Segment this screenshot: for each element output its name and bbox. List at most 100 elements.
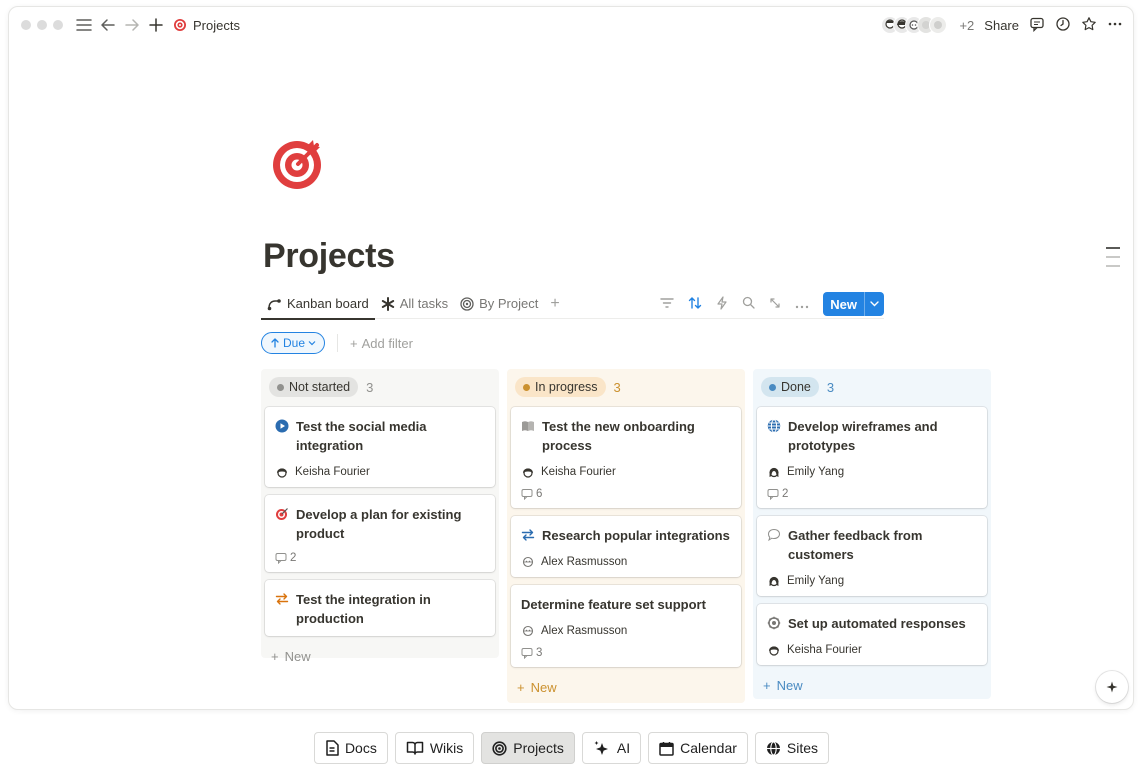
globe-icon: [766, 740, 780, 756]
add-card-label: New: [284, 648, 311, 664]
tab-by-project[interactable]: By Project: [454, 289, 544, 319]
dock-projects-button[interactable]: Projects: [481, 732, 575, 764]
new-page-plus-icon[interactable]: [145, 14, 167, 36]
avatar: [521, 624, 535, 638]
table-of-contents-indicator[interactable]: [1106, 247, 1120, 274]
sort-chip-label: Due: [283, 336, 306, 350]
tab-all-tasks[interactable]: All tasks: [375, 289, 454, 319]
column-header[interactable]: Not started 3: [265, 375, 495, 399]
status-label: In progress: [535, 380, 598, 394]
status-badge: Not started: [269, 377, 359, 397]
dock-sites-button[interactable]: Sites: [754, 732, 830, 764]
dock-label: Docs: [344, 740, 377, 756]
back-arrow-icon[interactable]: [97, 14, 119, 36]
board-card[interactable]: Test the integration in production: [265, 580, 495, 636]
column-count: 3: [826, 379, 835, 395]
minimize-window-button[interactable]: [37, 20, 47, 30]
breadcrumb-label: Projects: [193, 17, 240, 33]
chevron-down-icon[interactable]: [864, 292, 884, 316]
page-icon-target[interactable]: [271, 135, 327, 191]
page-title[interactable]: Projects: [263, 237, 395, 276]
plus-icon: +: [517, 679, 525, 695]
board-card[interactable]: Develop a plan for existing product 2: [265, 495, 495, 572]
favorite-star-icon[interactable]: [1081, 16, 1097, 35]
card-title-text: Develop a plan for existing product: [296, 507, 462, 541]
avatar: [521, 555, 535, 569]
new-item-button[interactable]: New: [823, 292, 884, 316]
add-card-button[interactable]: + New: [265, 642, 495, 670]
avatar: [521, 465, 535, 479]
card-title-text: Develop wireframes and prototypes: [788, 419, 938, 453]
dock-calendar-button[interactable]: Calendar: [648, 732, 748, 764]
board-card[interactable]: Test the social media integration Keisha…: [265, 407, 495, 487]
tab-kanban-board[interactable]: Kanban board: [261, 289, 375, 320]
board-column-in-progress: In progress 3 Test the new onboarding pr…: [507, 369, 745, 703]
forward-arrow-icon[interactable]: [121, 14, 143, 36]
top-right-tools: +2 Share: [881, 7, 1123, 43]
search-icon[interactable]: [742, 296, 755, 312]
card-title: Develop a plan for existing product: [275, 505, 485, 543]
history-clock-icon[interactable]: [1055, 16, 1071, 35]
collaborator-avatars[interactable]: [881, 16, 948, 34]
board-card[interactable]: Determine feature set support Alex Rasmu…: [511, 585, 741, 667]
sparkle-icon: [1106, 681, 1118, 693]
card-title-text: Research popular integrations: [542, 528, 730, 543]
sort-chip[interactable]: Due: [261, 332, 326, 354]
top-bar: Projects +2 Share: [9, 7, 1133, 43]
dock-wikis-button[interactable]: Wikis: [394, 732, 475, 764]
assignee-name: Emily Yang: [787, 575, 845, 587]
add-card-label: New: [530, 679, 557, 695]
add-filter-button[interactable]: + Add filter: [350, 336, 413, 351]
board-card[interactable]: Set up automated responses Keisha Fourie…: [757, 604, 987, 665]
column-header[interactable]: In progress 3: [511, 375, 741, 399]
comment-icon: [275, 553, 287, 564]
window-controls: [21, 20, 63, 30]
add-card-button[interactable]: + New: [511, 673, 741, 701]
column-header[interactable]: Done 3: [757, 375, 987, 399]
dock-label: AI: [616, 740, 631, 756]
tab-label: Kanban board: [287, 296, 369, 311]
sort-icon[interactable]: [688, 296, 702, 313]
add-view-plus-icon[interactable]: +: [544, 295, 565, 313]
avatar: [929, 16, 948, 34]
target-icon: [460, 296, 474, 311]
more-options-icon[interactable]: [795, 297, 809, 312]
breadcrumb[interactable]: Projects: [173, 18, 240, 33]
maximize-window-button[interactable]: [53, 20, 63, 30]
board-card[interactable]: Develop wireframes and prototypes Emily …: [757, 407, 987, 508]
share-button[interactable]: Share: [984, 18, 1019, 33]
plus-icon: +: [350, 335, 358, 351]
board-card[interactable]: Research popular integrations Alex Rasmu…: [511, 516, 741, 577]
add-card-label: New: [776, 677, 803, 693]
arrow-up-icon: [271, 338, 279, 348]
filter-icon[interactable]: [660, 297, 674, 312]
arrows-swap-icon: [275, 592, 289, 606]
dock-docs-button[interactable]: Docs: [313, 732, 388, 764]
card-title-text: Test the integration in production: [296, 592, 431, 626]
add-card-button[interactable]: + New: [757, 671, 987, 699]
status-label: Not started: [289, 380, 351, 394]
book-icon: [521, 419, 535, 433]
close-window-button[interactable]: [21, 20, 31, 30]
avatar: [767, 465, 781, 479]
card-assignee: Alex Rasmusson: [521, 555, 731, 569]
dock-label: Wikis: [429, 740, 464, 756]
expand-icon[interactable]: [769, 297, 781, 312]
arrows-swap-icon: [521, 528, 535, 542]
extra-collaborators-count[interactable]: +2: [959, 18, 974, 33]
board-card[interactable]: Test the new onboarding process Keisha F…: [511, 407, 741, 508]
more-options-icon[interactable]: [1107, 16, 1123, 35]
card-title-text: Gather feedback from customers: [788, 528, 923, 562]
target-icon: [275, 507, 289, 521]
avatar: [767, 643, 781, 657]
card-assignee: Emily Yang: [767, 465, 977, 479]
automation-bolt-icon[interactable]: [716, 295, 728, 313]
board-card[interactable]: Gather feedback from customers Emily Yan…: [757, 516, 987, 596]
ai-assistant-button[interactable]: [1096, 671, 1128, 703]
comments-icon[interactable]: [1029, 16, 1045, 35]
card-title-text: Determine feature set support: [521, 597, 706, 612]
assignee-name: Alex Rasmusson: [541, 556, 628, 568]
dock-ai-button[interactable]: AI: [581, 732, 642, 764]
menu-icon[interactable]: [73, 14, 95, 36]
dock-label: Calendar: [680, 740, 737, 756]
